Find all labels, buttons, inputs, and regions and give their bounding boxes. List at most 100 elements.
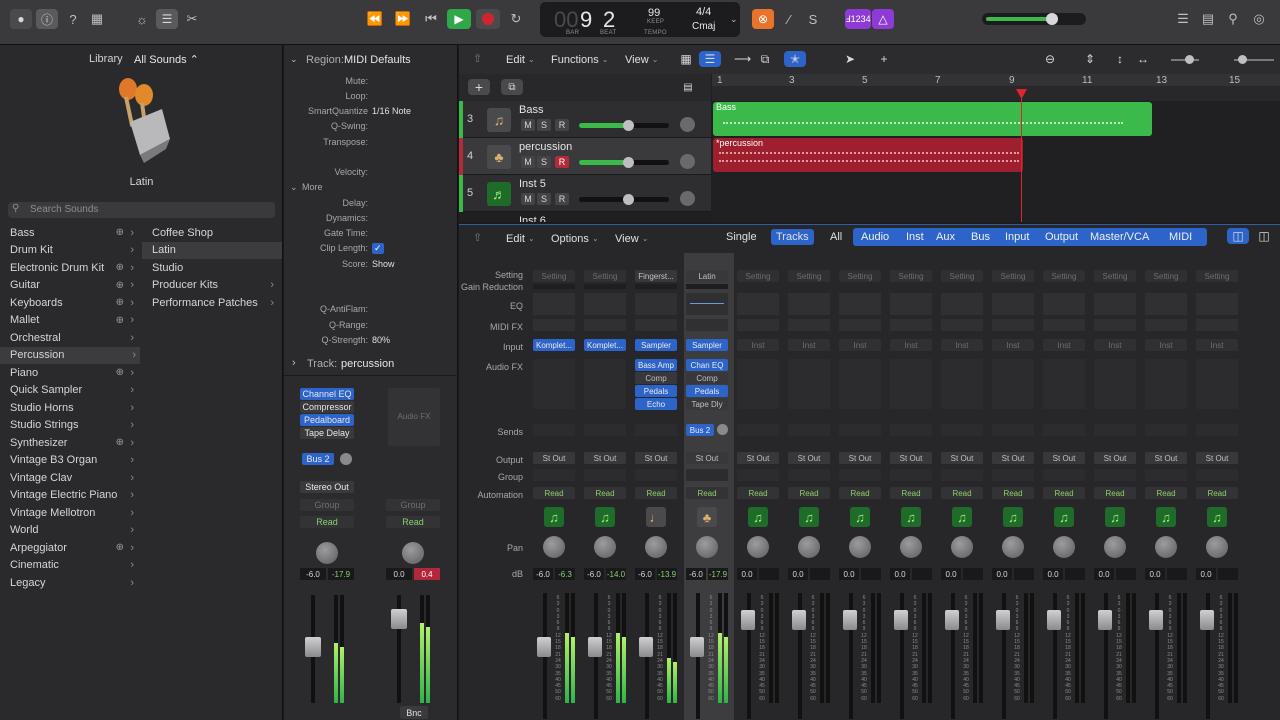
volume-fader-cap[interactable] xyxy=(690,637,704,657)
midi-fx-slot[interactable] xyxy=(686,319,728,331)
mixer-toggle-icon[interactable]: ☰ xyxy=(156,9,178,29)
mixer-view-tab[interactable]: All xyxy=(825,229,847,245)
music-note-icon[interactable]: ♫ xyxy=(1207,507,1227,527)
lcd-display[interactable]: 00 9 2 BAR BEAT 99 KEEP TEMPO 4/4 Cmaj ⌄ xyxy=(540,2,740,37)
editors-icon[interactable]: ✂ xyxy=(181,9,203,29)
volume-fader-cap[interactable] xyxy=(391,609,407,629)
instrument-slot[interactable]: Inst xyxy=(1043,339,1085,351)
pan-knob[interactable] xyxy=(543,536,565,558)
instrument-slot[interactable]: Inst xyxy=(941,339,983,351)
volume-value[interactable]: 0.0 xyxy=(839,568,859,580)
record-enable-button[interactable]: R xyxy=(555,119,569,131)
solo-button[interactable]: S xyxy=(537,156,551,168)
plugin-slot[interactable]: Tape Delay xyxy=(300,427,354,439)
audio-fx-slot[interactable]: Comp xyxy=(686,372,728,384)
mixer-filter-button[interactable]: Master/VCA xyxy=(1086,229,1153,245)
pan-knob[interactable] xyxy=(798,536,820,558)
volume-fader-cap[interactable] xyxy=(843,610,857,630)
replace-mode-icon[interactable]: ⊗ xyxy=(752,9,774,29)
send-empty[interactable] xyxy=(941,424,983,436)
midi-fx-slot[interactable] xyxy=(941,319,983,331)
pan-knob[interactable] xyxy=(1053,536,1075,558)
record-enable-button[interactable]: R xyxy=(555,193,569,205)
music-note-icon[interactable]: ♫ xyxy=(1156,507,1176,527)
automation-slot[interactable]: Read xyxy=(941,487,983,499)
param-value[interactable]: 80% xyxy=(372,335,390,345)
pointer-tool-icon[interactable]: ➤ xyxy=(839,51,861,67)
region-chevron-down-icon[interactable]: ⌄ xyxy=(290,54,298,65)
output-slot[interactable]: St Out xyxy=(788,452,830,464)
mixer-view-tab[interactable]: Single xyxy=(721,229,762,245)
library-category-item[interactable]: Keyboards ⊕ › xyxy=(10,294,138,311)
automation-slot[interactable]: Read xyxy=(737,487,779,499)
library-category-item[interactable]: Bass ⊕ › xyxy=(10,224,138,241)
setting-button[interactable]: Setting xyxy=(584,270,626,282)
param-value[interactable]: Show xyxy=(372,259,395,269)
send-empty[interactable] xyxy=(992,424,1034,436)
midi-fx-slot[interactable] xyxy=(584,319,626,331)
eq-thumbnail[interactable] xyxy=(788,293,830,315)
mixer-filter-button[interactable]: Inst xyxy=(902,229,928,245)
volume-value[interactable]: 0.0 xyxy=(992,568,1012,580)
back-icon[interactable]: ⇧ xyxy=(473,231,482,244)
pan-knob[interactable] xyxy=(696,536,718,558)
automation-slot[interactable]: Read xyxy=(686,487,728,499)
automation-slot[interactable]: Read xyxy=(386,516,440,528)
pan-knob[interactable] xyxy=(645,536,667,558)
library-subcategory-item[interactable]: Studio xyxy=(152,259,278,276)
library-category-item[interactable]: Vintage Clav › xyxy=(10,469,138,486)
audio-fx-empty[interactable] xyxy=(992,359,1034,409)
tuner-icon[interactable]: ⁄ xyxy=(778,9,800,29)
output-slot[interactable]: St Out xyxy=(1094,452,1136,464)
library-subcategory-item[interactable]: Producer Kits › xyxy=(152,277,278,294)
pan-knob[interactable] xyxy=(1002,536,1024,558)
mute-button[interactable]: M xyxy=(521,156,535,168)
pan-knob[interactable] xyxy=(1104,536,1126,558)
audio-fx-empty[interactable] xyxy=(839,359,881,409)
output-slot[interactable]: St Out xyxy=(992,452,1034,464)
track-volume-slider[interactable] xyxy=(579,120,669,131)
fade-icon[interactable]: ⧉ xyxy=(754,51,776,67)
solo-icon[interactable]: S xyxy=(802,9,824,29)
output-slot[interactable]: St Out xyxy=(737,452,779,464)
setting-button[interactable]: Fingerst... xyxy=(635,270,677,282)
automation-slot[interactable]: Read xyxy=(890,487,932,499)
automation-slot[interactable]: Read xyxy=(300,516,354,528)
track-header[interactable]: 3 ♫ Bass M S R xyxy=(459,101,711,138)
midi-fx-slot[interactable] xyxy=(1094,319,1136,331)
audio-fx-area[interactable]: Audio FX xyxy=(388,388,440,446)
mixer-options-menu[interactable]: Options ⌄ xyxy=(551,230,599,247)
pan-knob[interactable] xyxy=(316,542,338,564)
volume-value[interactable]: 0.0 xyxy=(1196,568,1216,580)
fast-forward-icon[interactable]: ⏩ xyxy=(392,9,414,29)
instrument-slot[interactable]: Inst xyxy=(992,339,1034,351)
library-category-item[interactable]: World › xyxy=(10,522,138,539)
volume-value[interactable]: -6.0 xyxy=(686,568,706,580)
track-volume-slider[interactable] xyxy=(579,157,669,168)
param-value[interactable]: 1/16 Note xyxy=(372,106,411,116)
music-note-icon[interactable]: ♫ xyxy=(595,507,615,527)
instrument-slot[interactable]: Sampler xyxy=(686,339,728,351)
bass-region[interactable]: Bass xyxy=(713,102,1152,136)
send-slot[interactable]: Bus 2 xyxy=(302,453,334,465)
instrument-slot[interactable]: Inst xyxy=(788,339,830,351)
group-slot[interactable]: Group xyxy=(386,499,440,511)
eq-thumbnail[interactable] xyxy=(635,293,677,315)
output-slot[interactable]: St Out xyxy=(1196,452,1238,464)
mute-button[interactable]: M xyxy=(521,119,535,131)
automation-slot[interactable]: Read xyxy=(1094,487,1136,499)
audio-fx-slot[interactable]: Pedals xyxy=(686,385,728,397)
volume-fader-cap[interactable] xyxy=(1047,610,1061,630)
track-header[interactable]: 4 ♣ percussion M S R xyxy=(459,138,711,175)
group-slot[interactable] xyxy=(1145,469,1187,481)
notepad-icon[interactable]: ▤ xyxy=(1197,9,1219,29)
music-note-icon[interactable]: ♫ xyxy=(1054,507,1074,527)
library-category-item[interactable]: Orchestral › xyxy=(10,329,138,346)
vertical-zoom-icon[interactable]: ↕ xyxy=(1109,51,1131,67)
eq-thumbnail[interactable] xyxy=(1196,293,1238,315)
eq-thumbnail[interactable] xyxy=(941,293,983,315)
eq-thumbnail[interactable] xyxy=(533,293,575,315)
audio-fx-empty[interactable] xyxy=(941,359,983,409)
group-slot[interactable] xyxy=(533,469,575,481)
instrument-slot[interactable]: Inst xyxy=(737,339,779,351)
